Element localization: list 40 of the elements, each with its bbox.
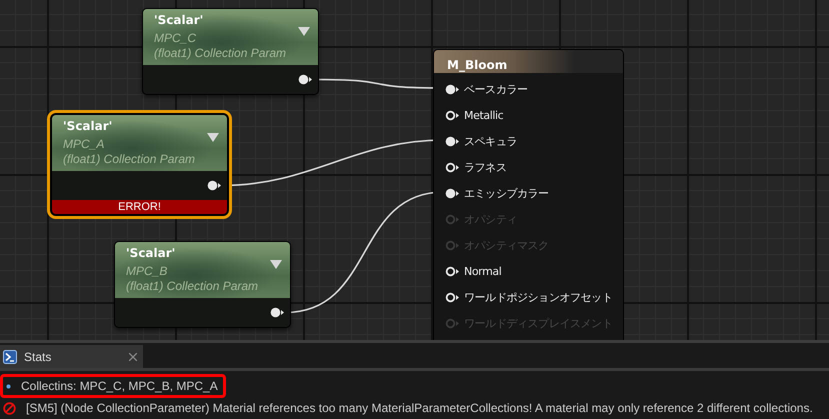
message-text: Collectins: MPC_C, MPC_B, MPC_A [21, 379, 218, 393]
graph-node[interactable]: 'Scalar' MPC_B (float1) Collection Param [114, 241, 291, 328]
output-pin-icon[interactable] [298, 74, 313, 85]
output-pin-icon[interactable] [207, 180, 222, 191]
input-label: ラフネス [464, 160, 506, 174]
caret-icon[interactable] [270, 260, 282, 269]
input-pin-icon[interactable] [445, 266, 460, 276]
output-pin-icon[interactable] [270, 307, 285, 318]
input-pin-icon[interactable] [445, 110, 460, 120]
node-collection: MPC_C [154, 31, 198, 46]
node-title: 'Scalar' [126, 246, 176, 262]
input-label: ワールドポジションオフセット [464, 290, 612, 304]
stats-tab[interactable]: Stats [0, 345, 143, 368]
bullet-icon [6, 384, 11, 388]
message-text: [SM5] (Node CollectionParameter) Material references too many MaterialParameterCollections! A material may only reference 2 different collections. [26, 401, 813, 415]
node-title: 'Scalar' [63, 119, 114, 135]
input-label: スペキュラ [464, 134, 518, 148]
node-title: 'Scalar' [154, 13, 204, 29]
input-pin-icon[interactable] [445, 162, 460, 172]
error-bar: ERROR! [52, 200, 227, 214]
input-label: ベースカラー [464, 82, 528, 96]
node-type: (float1) Collection Param [154, 46, 288, 61]
input-label: エミッシブカラー [464, 186, 549, 200]
input-label: Normal [464, 264, 502, 278]
input-pin-icon[interactable] [445, 188, 460, 198]
input-label: Metallic [464, 108, 504, 122]
input-pin-icon[interactable] [445, 84, 460, 94]
input-pin-icon[interactable] [445, 136, 460, 146]
caret-icon[interactable] [298, 27, 310, 36]
close-icon[interactable] [129, 352, 137, 360]
error-icon [3, 402, 16, 414]
node-collection: MPC_B [126, 264, 168, 279]
input-pin-icon[interactable] [445, 292, 460, 302]
node-type: (float1) Collection Param [126, 279, 260, 294]
node-type: (float1) Collection Param [63, 152, 196, 167]
caret-icon[interactable] [207, 133, 219, 142]
graph-node[interactable]: 'Scalar' MPC_C (float1) Collection Param [142, 8, 319, 95]
node-title: M_Bloom [447, 58, 508, 72]
node-collection: MPC_A [63, 137, 106, 152]
terminal-icon [3, 350, 17, 364]
